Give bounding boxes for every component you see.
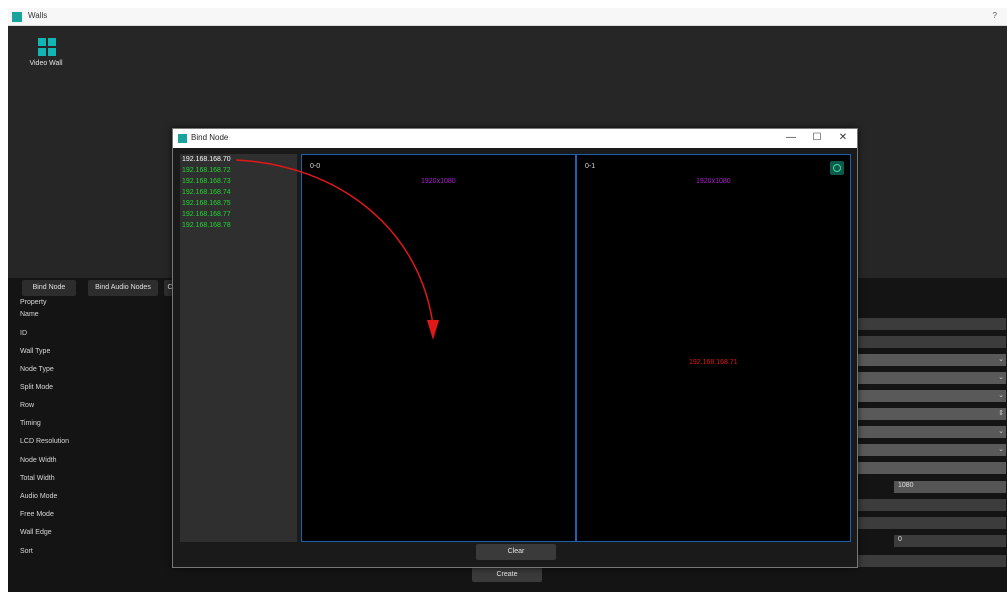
app-icon — [178, 134, 187, 143]
prop-label-audio-mode: Audio Mode — [20, 493, 58, 500]
audio-mode-field[interactable] — [856, 499, 1006, 511]
clear-button[interactable]: Clear — [476, 544, 556, 560]
prop-label-wall-type: Wall Type — [20, 348, 51, 355]
prop-label-split-mode: Split Mode — [20, 384, 54, 391]
prop-label-node-type: Node Type — [20, 366, 54, 373]
close-button[interactable]: ✕ — [831, 130, 855, 146]
prop-label-wall-edge: Wall Edge — [20, 529, 52, 536]
screen-cell-id: 0-0 — [310, 163, 321, 170]
timing-select[interactable]: ⌄ — [856, 426, 1006, 438]
bind-node-button[interactable]: Bind Node — [22, 280, 76, 296]
node-item[interactable]: 192.168.168.73 — [182, 178, 231, 185]
prop-label-free-mode: Free Mode — [20, 511, 54, 518]
dialog-title: Bind Node — [191, 133, 229, 142]
prop-label-node-width: Node Width — [20, 457, 57, 464]
screen-resolution: 1920x1080 — [696, 178, 731, 185]
help-button[interactable]: ? — [993, 11, 997, 20]
spin-arrows-icon: ⇕ — [998, 410, 1004, 417]
sort-field[interactable] — [856, 555, 1006, 567]
prop-label-row: Row — [20, 402, 35, 409]
screen-resolution: 1920x1080 — [421, 178, 456, 185]
free-mode-field[interactable] — [856, 517, 1006, 529]
screen-cell-0-1[interactable]: 0-1 1920x1080 192.168.168.71 — [576, 154, 851, 542]
prop-label-name: Name — [20, 311, 39, 318]
bind-audio-nodes-button[interactable]: Bind Audio Nodes — [88, 280, 158, 296]
video-wall-label: Video Wall — [29, 60, 63, 67]
app-icon — [12, 12, 22, 22]
video-wall-icon — [38, 38, 56, 56]
node-item[interactable]: 192.168.168.77 — [182, 211, 231, 218]
prop-label-id: ID — [20, 330, 27, 337]
dropdown-chevron-icon: ⌄ — [998, 392, 1004, 399]
node-item[interactable]: 192.168.168.78 — [182, 222, 231, 229]
walls-window-title: Walls — [28, 11, 48, 20]
prop-label-total-width: Total Width — [20, 475, 55, 482]
maximize-button[interactable]: ☐ — [805, 130, 829, 146]
dialog-titlebar: Bind Node — ☐ ✕ — [173, 129, 857, 148]
create-button[interactable]: Create — [472, 567, 542, 582]
node-item[interactable]: 192.168.168.74 — [182, 189, 231, 196]
dropdown-chevron-icon: ⌄ — [998, 356, 1004, 363]
wall-edge-field[interactable]: 0 — [894, 535, 1006, 547]
id-field[interactable] — [856, 336, 1006, 348]
video-wall-item[interactable]: Video Wall — [16, 36, 76, 82]
node-width-field[interactable] — [856, 462, 1006, 474]
walls-titlebar: Walls ? — [8, 8, 1007, 26]
dropdown-chevron-icon: ⌄ — [998, 446, 1004, 453]
dropdown-chevron-icon: ⌄ — [998, 374, 1004, 381]
screen-cell-0-0[interactable]: 0-0 1920x1080 — [301, 154, 576, 542]
prop-label-sort: Sort — [20, 548, 33, 555]
node-type-select[interactable]: ⌄ — [856, 372, 1006, 384]
node-item-selected[interactable]: 192.168.168.70 — [182, 156, 231, 163]
lcd-resolution-select[interactable]: ⌄ — [856, 444, 1006, 456]
total-width-value: 1080 — [898, 482, 914, 489]
prop-label-timing: Timing — [20, 420, 41, 427]
bind-node-dialog: Bind Node — ☐ ✕ 192.168.168.70 192.168.1… — [172, 128, 858, 568]
name-field[interactable] — [856, 318, 1006, 330]
node-item[interactable]: 192.168.168.72 — [182, 167, 231, 174]
unbind-icon[interactable] — [830, 161, 844, 175]
minimize-button[interactable]: — — [779, 130, 803, 146]
row-spinbox[interactable]: ⇕ — [856, 408, 1006, 420]
dropdown-chevron-icon: ⌄ — [998, 428, 1004, 435]
prop-label-lcd-resolution: LCD Resolution — [20, 438, 70, 445]
total-width-field[interactable]: 1080 — [894, 481, 1006, 493]
wall-edge-value: 0 — [898, 536, 902, 543]
bound-node-label: 192.168.168.71 — [689, 359, 738, 366]
screen-cell-id: 0-1 — [585, 163, 596, 170]
split-mode-select[interactable]: ⌄ — [856, 390, 1006, 402]
screen-root: Walls ? Video Wall Bind Node Bind Audio … — [0, 0, 1007, 592]
wall-type-select[interactable]: ⌄ — [856, 354, 1006, 366]
property-heading: Property — [20, 299, 47, 306]
node-item[interactable]: 192.168.168.75 — [182, 200, 231, 207]
node-list: 192.168.168.70 192.168.168.72 192.168.16… — [180, 154, 297, 542]
